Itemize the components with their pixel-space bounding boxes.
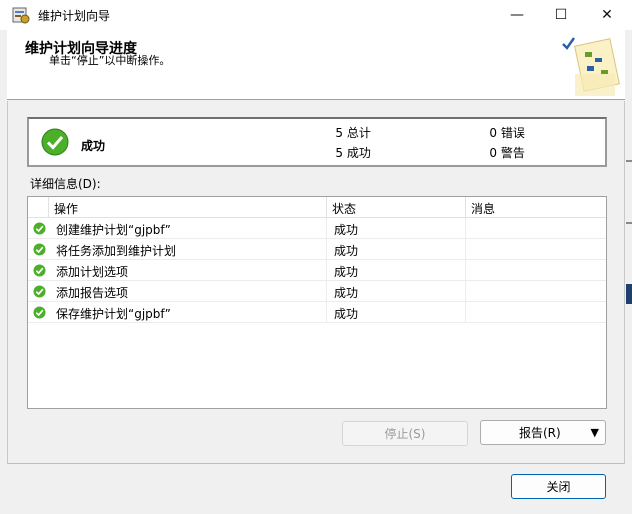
table-row[interactable]: 创建维护计划“gjpbf” 成功 — [28, 218, 606, 239]
row-action: 创建维护计划“gjpbf” — [56, 223, 171, 237]
wizard-header: 维护计划向导进度 单击“停止”以中断操作。 — [7, 30, 625, 100]
background-window-edge — [626, 222, 632, 224]
summary-status: 成功 — [81, 139, 106, 153]
row-status: 成功 — [334, 265, 359, 279]
close-window-button[interactable]: ✕ — [584, 0, 630, 30]
table-row[interactable]: 添加计划选项 成功 — [28, 260, 606, 281]
page-subtitle: 单击“停止”以中断操作。 — [49, 54, 171, 67]
grid-header: 操作 状态 消息 — [28, 197, 606, 218]
column-separator — [465, 239, 466, 260]
maximize-button[interactable]: ☐ — [538, 0, 584, 30]
column-separator — [465, 281, 466, 302]
column-separator — [326, 197, 327, 218]
minimize-button[interactable]: — — [494, 0, 540, 30]
total-count: 5 — [335, 126, 343, 140]
column-separator — [465, 218, 466, 239]
column-separator — [48, 197, 49, 218]
details-label: 详细信息(D): — [30, 177, 101, 191]
column-separator — [326, 302, 327, 323]
row-status: 成功 — [334, 223, 359, 237]
maintenance-plan-icon — [12, 7, 30, 24]
maximize-icon: ☐ — [554, 7, 568, 23]
column-separator — [465, 260, 466, 281]
success-label: 成功 — [346, 146, 371, 160]
title-bar: 维护计划向导 — ☐ ✕ — [0, 0, 632, 30]
table-row[interactable]: 保存维护计划“gjpbf” 成功 — [28, 302, 606, 323]
success-check-icon — [33, 243, 46, 256]
column-separator — [326, 260, 327, 281]
warning-label: 警告 — [500, 146, 525, 160]
details-grid[interactable]: 操作 状态 消息 创建维护计划“gjpbf” 成功 将任务添加到维护计划 成功 … — [27, 196, 607, 409]
table-row[interactable]: 将任务添加到维护计划 成功 — [28, 239, 606, 260]
success-check-icon — [33, 285, 46, 298]
report-dropdown-button[interactable]: 报告(R) ▼ — [480, 420, 606, 445]
success-check-icon — [41, 128, 69, 156]
error-count: 0 — [489, 126, 497, 140]
row-action: 添加计划选项 — [56, 265, 129, 279]
row-status: 成功 — [334, 244, 359, 258]
success-count: 5 — [335, 146, 343, 160]
close-button[interactable]: 关闭 — [511, 474, 606, 499]
column-separator — [326, 239, 327, 260]
column-separator — [326, 281, 327, 302]
row-action: 添加报告选项 — [56, 286, 129, 300]
summary-panel: 成功 5 总计 5 成功 0 错误 0 警告 — [27, 117, 607, 167]
row-status: 成功 — [334, 307, 359, 321]
error-label: 错误 — [500, 126, 525, 140]
window-title: 维护计划向导 — [38, 9, 111, 23]
row-status: 成功 — [334, 286, 359, 300]
background-window-edge — [626, 284, 632, 304]
report-button-label: 报告(R) — [519, 426, 561, 440]
error-count-row: 0 错误 — [483, 124, 525, 141]
wizard-banner-icon — [562, 37, 620, 96]
row-action: 保存维护计划“gjpbf” — [56, 307, 171, 321]
success-count-row: 5 成功 — [329, 144, 371, 161]
minimize-icon: — — [510, 7, 524, 23]
success-check-icon — [33, 222, 46, 235]
row-action: 将任务添加到维护计划 — [56, 244, 177, 258]
success-check-icon — [33, 306, 46, 319]
table-row[interactable]: 添加报告选项 成功 — [28, 281, 606, 302]
column-header-message[interactable]: 消息 — [471, 200, 495, 217]
column-separator — [326, 218, 327, 239]
warning-count: 0 — [489, 146, 497, 160]
stop-button[interactable]: 停止(S) — [342, 421, 468, 446]
close-icon: ✕ — [601, 7, 613, 23]
total-count-row: 5 总计 — [329, 124, 371, 141]
column-header-status[interactable]: 状态 — [332, 200, 356, 217]
column-separator — [465, 197, 466, 218]
background-window-edge — [626, 160, 632, 162]
column-separator — [465, 302, 466, 323]
total-label: 总计 — [346, 126, 371, 140]
footer-divider — [7, 463, 625, 464]
dropdown-arrow-icon: ▼ — [590, 426, 599, 439]
success-check-icon — [33, 264, 46, 277]
column-header-action[interactable]: 操作 — [54, 200, 78, 217]
warning-count-row: 0 警告 — [483, 144, 525, 161]
